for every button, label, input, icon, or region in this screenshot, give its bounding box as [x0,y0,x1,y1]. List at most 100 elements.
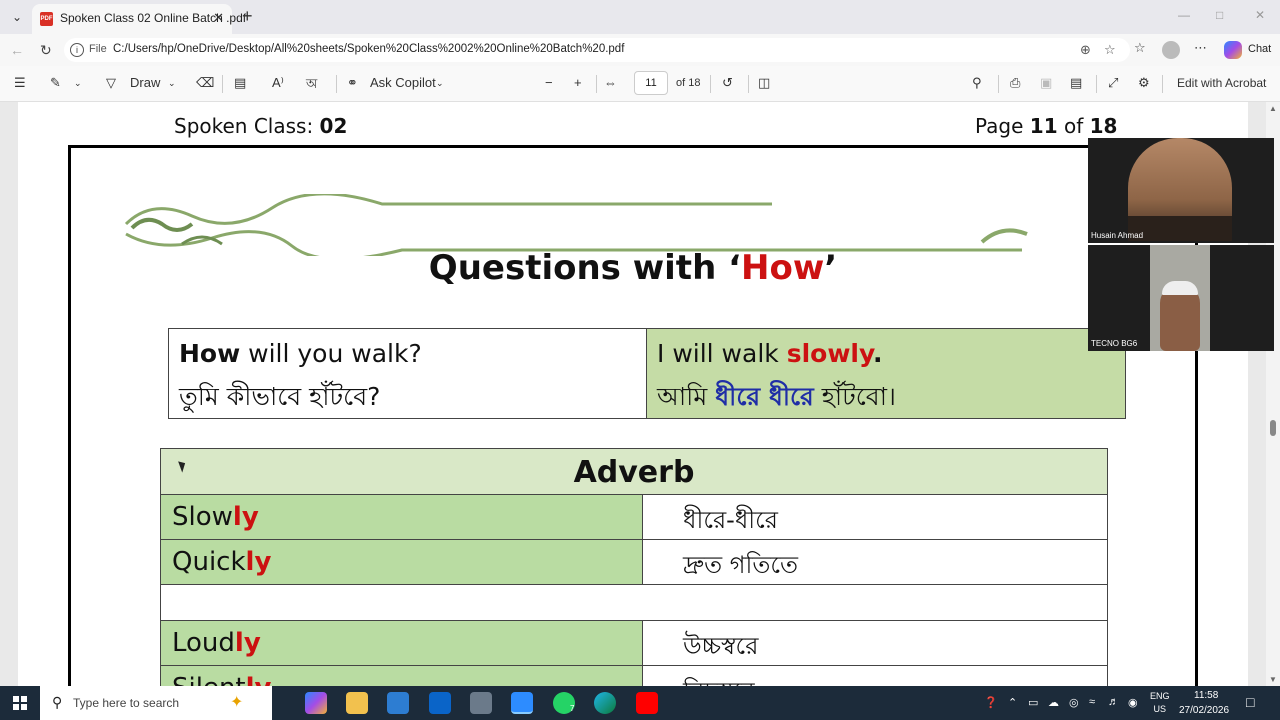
edit-with-acrobat-button[interactable]: Edit with Acrobat [1177,76,1266,90]
location-icon[interactable]: ◉ [1128,696,1138,709]
page-header-number: Page 11 of 18 [975,114,1118,138]
fit-icon[interactable]: ⇔ [604,75,617,90]
adverb-english: Slowly [172,502,259,532]
document-viewer[interactable]: Spoken Class: 02 Page 11 of 18 Questions… [0,102,1266,686]
chevron-down-icon[interactable]: ⌄ [168,78,176,89]
save-as-icon[interactable]: ▤ [1070,75,1082,91]
rotate-icon[interactable]: ↺ [722,75,733,91]
url-field[interactable]: i File C:/Users/hp/OneDrive/Desktop/All%… [64,38,1130,62]
video-tile-participant-2[interactable]: TECNO BG6 [1088,245,1274,351]
eraser-icon[interactable]: ⌫ [196,75,214,91]
adverb-english-cell: Loudly [161,621,643,665]
avatar[interactable] [1162,41,1180,59]
adverb-table-header: Adverb [161,449,1107,495]
page-number-input[interactable]: 11 [634,71,668,95]
highlighter-icon[interactable]: ✎ [50,75,61,91]
file-explorer-icon[interactable] [346,692,368,714]
info-icon[interactable]: i [70,43,84,57]
adverb-english: Loudly [172,628,261,658]
menu-icon[interactable]: ☰ [14,75,26,91]
close-icon[interactable]: ✕ [213,10,224,26]
outlook-icon[interactable] [429,692,451,714]
ask-copilot-button[interactable]: Ask Copilot [370,75,436,90]
edge-icon[interactable] [594,692,616,714]
clock-date[interactable]: 27/02/2026 [1179,705,1229,716]
pdf-page: Spoken Class: 02 Page 11 of 18 Questions… [18,102,1248,686]
refresh-icon[interactable]: ↻ [40,42,52,59]
windows-icon[interactable] [13,696,27,710]
adverb-english: Quickly [172,547,272,577]
back-icon[interactable]: ← [10,42,24,58]
notification-icon[interactable]: □ [1246,694,1254,710]
answer-english: I will walk slowly. [657,339,883,368]
participant-name: TECNO BG6 [1091,339,1138,348]
copilot-app-icon[interactable] [305,692,327,714]
chat-button[interactable]: Chat [1248,43,1271,55]
video-tile-participant-1[interactable]: Husain Ahmad [1088,138,1274,243]
camera-icon[interactable] [470,692,492,714]
zoom-app-icon[interactable] [511,692,533,714]
chevron-up-icon[interactable]: ⌃ [1008,696,1017,709]
tab-actions-chevron-icon[interactable]: ⌄ [6,7,28,27]
adverb-bangla: উচ্চস্বরে [683,632,759,660]
window-close-button[interactable]: ✕ [1255,8,1265,22]
divider [998,75,999,93]
taskbar-search[interactable]: ⚲ Type here to search ✦ [40,686,272,720]
browser-tab[interactable]: PDF Spoken Class 02 Online Batch .pdf ✕ [32,4,246,34]
youtube-icon[interactable] [636,692,658,714]
adverb-english-cell: Quickly [161,540,643,584]
title-bar: ⌄ PDF Spoken Class 02 Online Batch .pdf … [0,0,1280,34]
microphone-icon[interactable]: ◎ [1069,696,1079,709]
two-page-icon[interactable]: ◫ [758,75,770,91]
chevron-down-icon[interactable]: ⌄ [74,78,82,89]
banner-decoration [124,194,1028,256]
store-icon[interactable] [387,692,409,714]
battery-icon[interactable]: ▭ [1028,696,1038,709]
more-icon[interactable]: ⋯ [1194,40,1207,56]
wifi-icon[interactable]: ≈ [1089,696,1095,708]
draw-button[interactable]: Draw [130,75,160,90]
sparkle-icon: ✦ [230,694,244,711]
participant-name: Husain Ahmad [1091,231,1144,240]
zoom-icon[interactable]: ⊕ [1080,42,1091,58]
adverb-english-cell: Slowly [161,495,643,539]
adverb-heading: Adverb [573,455,695,490]
translate-icon[interactable]: অ [306,75,317,96]
draw-icon[interactable]: ▽ [106,75,116,91]
page-total: of 18 [676,77,701,89]
help-icon[interactable]: ❓ [984,696,998,709]
plus-icon[interactable]: + [242,6,253,27]
file-label: File [89,43,107,55]
clock-time[interactable]: 11:58 [1194,690,1218,701]
video-feed-floor [1128,216,1232,241]
search-icon[interactable]: ⚲ [972,75,982,91]
save-icon[interactable]: ▣ [1040,75,1052,91]
star-icon[interactable]: ☆ [1104,42,1116,58]
maximize-button[interactable]: □ [1216,8,1223,22]
read-aloud-icon[interactable]: A⁾ [272,75,284,91]
table-row: Silently নিচুস্বরে [161,666,1107,686]
scroll-up-icon[interactable]: ▲ [1269,104,1277,113]
settings-icon[interactable]: ⚙ [1138,75,1150,91]
favorites-icon[interactable]: ☆ [1134,40,1146,56]
minimize-button[interactable]: — [1178,8,1190,22]
copilot-icon[interactable]: ⚭ [347,75,358,91]
url-text[interactable]: C:/Users/hp/OneDrive/Desktop/All%20sheet… [113,43,624,55]
participant-cap [1162,281,1198,295]
blank-row [161,585,1107,621]
volume-icon[interactable]: ♬ [1108,696,1119,708]
divider [596,75,597,93]
minus-icon[interactable]: − [545,75,553,90]
cloud-icon[interactable]: ☁ [1048,696,1059,709]
language-indicator[interactable]: ENG US [1150,690,1170,716]
scroll-thumb[interactable] [1270,420,1276,436]
adverb-table: Adverb Slowly ধীরে-ধীরে Quickly দ্রুত গত… [160,448,1108,686]
print-icon[interactable]: ⎙ [1010,75,1020,91]
scroll-down-icon[interactable]: ▼ [1269,675,1277,684]
chevron-down-icon[interactable]: ⌄ [436,78,444,89]
text-icon[interactable]: ▤ [234,75,246,91]
plus-icon[interactable]: + [574,75,582,90]
table-row: Loudly উচ্চস্বরে [161,621,1107,666]
copilot-icon[interactable] [1224,41,1242,59]
fullscreen-icon[interactable]: ⤢ [1108,75,1118,91]
